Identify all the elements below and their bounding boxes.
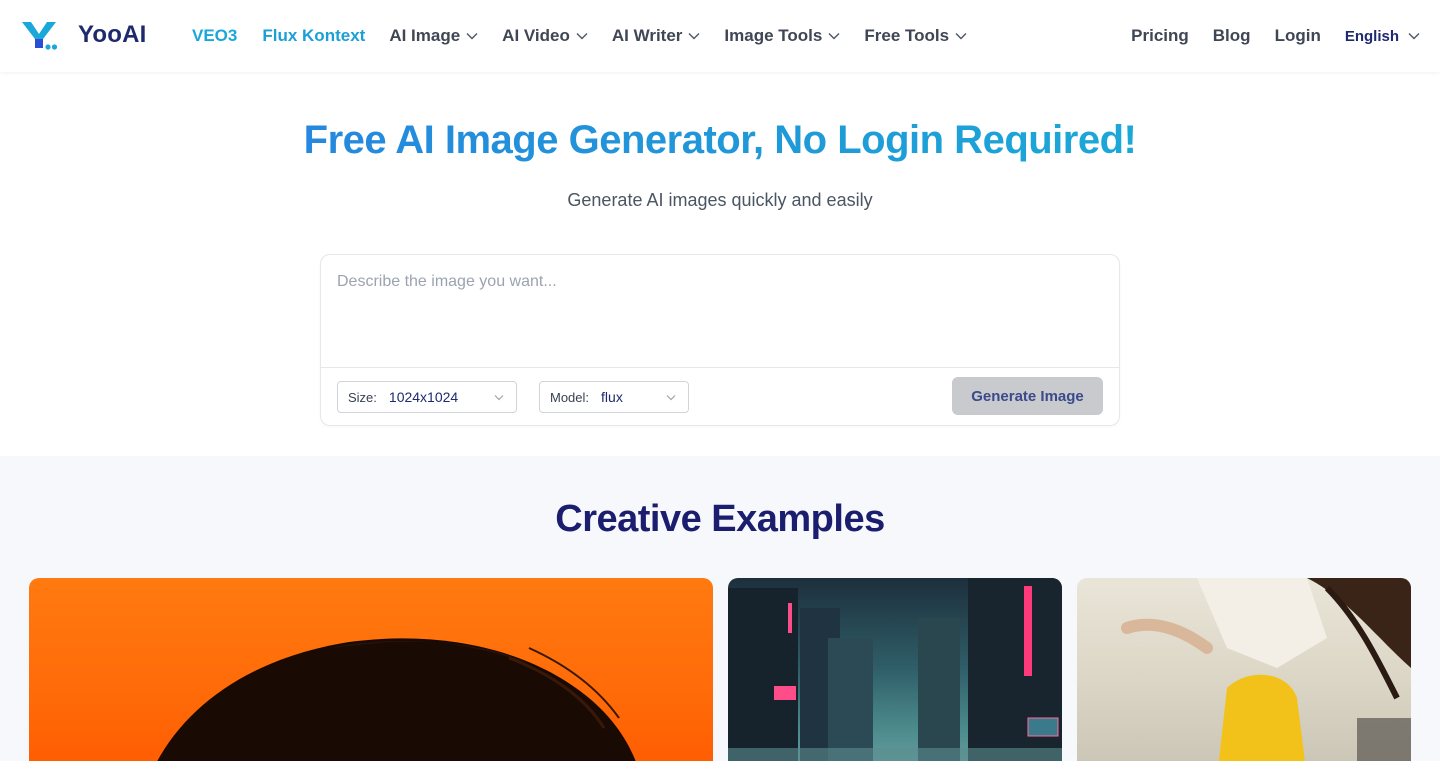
login-link[interactable]: Login [1275,26,1321,46]
size-label: Size: [348,389,377,405]
chevron-down-icon [494,395,504,401]
nav-item-label: AI Video [502,26,570,45]
example-image-portrait[interactable] [29,578,713,761]
example-image-woman[interactable] [1077,578,1411,761]
prompt-input[interactable] [321,255,1119,367]
nav-item-blog[interactable]: Blog [1213,26,1251,46]
chevron-down-icon [1408,33,1420,40]
chevron-down-icon [688,33,700,40]
site-header: YooAI VEO3 Flux Kontext AI Image AI Vide… [0,0,1440,72]
logo-icon [20,18,60,52]
page-subtitle: Generate AI images quickly and easily [567,190,873,210]
nav-item-label: Image Tools [724,26,823,45]
nav-item-label: VEO3 [192,26,238,45]
chevron-down-icon [828,33,840,40]
example-image-city[interactable] [728,578,1062,761]
header-right-nav: Pricing Blog Login English [1131,0,1420,72]
model-value: flux [601,389,623,405]
page-title: Free AI Image Generator, No Login Requir… [0,118,1440,163]
chevron-down-icon [466,33,478,40]
chevron-down-icon [576,33,588,40]
nav-item-label: Pricing [1131,26,1189,45]
divider [321,367,1119,368]
nav-item-label: AI Image [389,26,461,45]
nav-item-label: Blog [1212,26,1251,45]
nav-item-label: AI Writer [611,26,683,45]
nav-item-ai-image[interactable]: AI Image [389,26,478,46]
nav-item-veo3[interactable]: VEO3 [192,26,237,46]
woman-scene [1121,578,1411,761]
nav-item-pricing[interactable]: Pricing [1131,26,1189,46]
nav-item-free-tools[interactable]: Free Tools [864,26,967,46]
portrait-silhouette [157,638,636,761]
brand-name: YooAI [78,21,147,48]
logo[interactable]: YooAI [20,18,147,52]
main-nav: VEO3 Flux Kontext AI Image AI Video AI W… [192,0,991,72]
size-value: 1024x1024 [388,389,459,405]
nav-item-label: Login [1274,26,1321,45]
generator-card: Size: 1024x1024 Model: flux Generate Ima… [320,254,1120,426]
language-label: English [1344,27,1399,45]
nav-item-ai-video[interactable]: AI Video [502,26,588,46]
model-select[interactable]: Model: flux [539,381,689,413]
language-selector[interactable]: English [1345,28,1420,45]
model-label: Model: [550,389,590,405]
generate-image-button[interactable]: Generate Image [952,377,1103,415]
examples-title: Creative Examples [555,498,885,540]
nav-item-label: Free Tools [864,26,950,45]
nav-item-flux-kontext[interactable]: Flux Kontext [262,26,365,46]
nav-item-label: Flux Kontext [262,26,366,45]
chevron-down-icon [666,395,676,401]
size-select[interactable]: Size: 1024x1024 [337,381,517,413]
city-scene [728,578,1062,761]
chevron-down-icon [955,33,967,40]
nav-item-ai-writer[interactable]: AI Writer [612,26,701,46]
nav-item-image-tools[interactable]: Image Tools [724,26,840,46]
